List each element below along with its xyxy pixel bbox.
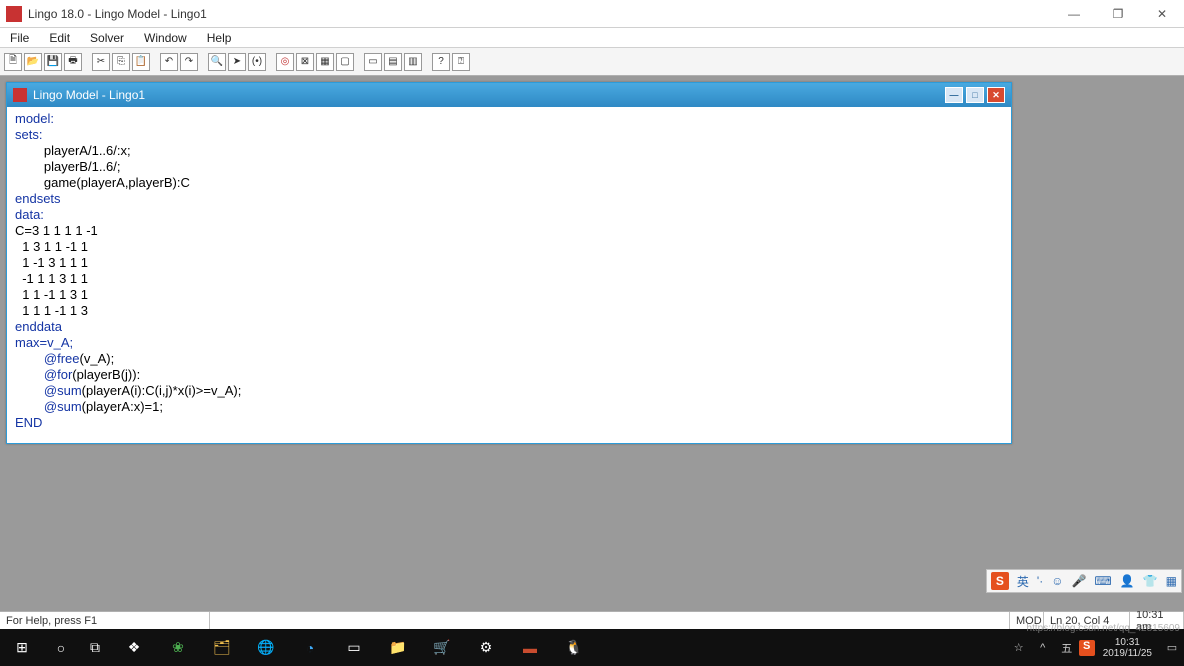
child-app-icon bbox=[13, 88, 27, 102]
status-help: For Help, press F1 bbox=[0, 612, 210, 629]
child-maximize-button[interactable]: □ bbox=[966, 87, 984, 103]
tray-clock[interactable]: 10:31 2019/11/25 bbox=[1095, 637, 1160, 659]
tile-icon[interactable]: ▤ bbox=[384, 53, 402, 71]
task-app-8[interactable]: 🐧 bbox=[552, 629, 596, 666]
context-help-icon[interactable]: ⍰ bbox=[452, 53, 470, 71]
tray-chevron-up-icon[interactable]: ^ bbox=[1031, 642, 1055, 654]
status-cursor: Ln 20, Col 4 bbox=[1044, 612, 1130, 629]
close-button[interactable]: ✕ bbox=[1140, 0, 1184, 28]
redo-icon[interactable]: ↷ bbox=[180, 53, 198, 71]
tray-notifications-icon[interactable]: ▭ bbox=[1160, 641, 1184, 654]
ime-punct[interactable]: '· bbox=[1037, 574, 1043, 588]
taskbar: ⊞ ○ ⧉ ❖ ❀ 🗂 🌐 ◔ ▭ 📁 🛒 ⚙ ▬ 🐧 ☆ ^ 五 S 10:3… bbox=[0, 629, 1184, 666]
menu-solver[interactable]: Solver bbox=[80, 29, 134, 47]
ime-logo-icon[interactable]: S bbox=[991, 572, 1009, 590]
print-icon[interactable]: 🖶 bbox=[64, 53, 82, 71]
copy-icon[interactable]: ⎘ bbox=[112, 53, 130, 71]
task-chrome[interactable]: 🌐 bbox=[244, 629, 288, 666]
save-icon[interactable]: 💾 bbox=[44, 53, 62, 71]
minimize-button[interactable]: — bbox=[1052, 0, 1096, 28]
goto-icon[interactable]: ➤ bbox=[228, 53, 246, 71]
taskview-icon[interactable]: ⧉ bbox=[78, 629, 112, 666]
cut-icon[interactable]: ✂ bbox=[92, 53, 110, 71]
window-title: Lingo 18.0 - Lingo Model - Lingo1 bbox=[28, 7, 1052, 21]
mdi-area: Lingo Model - Lingo1 — □ ✕ model: sets: … bbox=[0, 76, 1184, 611]
ime-grid-icon[interactable]: ▦ bbox=[1166, 574, 1177, 588]
cascade-icon[interactable]: ▥ bbox=[404, 53, 422, 71]
task-explorer[interactable]: 🗂 bbox=[200, 629, 244, 666]
code-editor[interactable]: model: sets: playerA/1..6/:x; playerB/1.… bbox=[7, 107, 1011, 443]
tray-ime-icon[interactable]: 五 bbox=[1055, 640, 1079, 656]
ime-mic-icon[interactable]: 🎤 bbox=[1071, 574, 1086, 588]
statusbar: For Help, press F1 MOD Ln 20, Col 4 10:3… bbox=[0, 611, 1184, 629]
menubar: File Edit Solver Window Help bbox=[0, 28, 1184, 48]
task-settings[interactable]: ⚙ bbox=[464, 629, 508, 666]
status-mod: MOD bbox=[1010, 612, 1044, 629]
find-icon[interactable]: 🔍 bbox=[208, 53, 226, 71]
child-titlebar[interactable]: Lingo Model - Lingo1 — □ ✕ bbox=[7, 83, 1011, 107]
task-app-5[interactable]: ▭ bbox=[332, 629, 376, 666]
status-time: 10:31 am bbox=[1130, 612, 1184, 629]
child-window: Lingo Model - Lingo1 — □ ✕ model: sets: … bbox=[6, 82, 1012, 444]
paste-icon[interactable]: 📋 bbox=[132, 53, 150, 71]
task-lingo[interactable]: ▬ bbox=[508, 629, 552, 666]
task-app-6[interactable]: 📁 bbox=[376, 629, 420, 666]
tray-sogou-icon[interactable]: S bbox=[1079, 640, 1095, 656]
solution-icon[interactable]: ⊠ bbox=[296, 53, 314, 71]
menu-help[interactable]: Help bbox=[197, 29, 242, 47]
window-icon[interactable]: ▭ bbox=[364, 53, 382, 71]
toolbar: 🗎 📂 💾 🖶 ✂ ⎘ 📋 ↶ ↷ 🔍 ➤ (•) ◎ ⊠ ▦ ▢ ▭ ▤ ▥ … bbox=[0, 48, 1184, 76]
ime-emoji-icon[interactable]: ☺ bbox=[1051, 574, 1063, 588]
task-store[interactable]: 🛒 bbox=[420, 629, 464, 666]
start-button[interactable]: ⊞ bbox=[0, 629, 44, 666]
tray-people-icon[interactable]: ☆ bbox=[1007, 641, 1031, 654]
app-icon bbox=[6, 6, 22, 22]
child-minimize-button[interactable]: — bbox=[945, 87, 963, 103]
status-spacer bbox=[210, 612, 1010, 629]
child-window-title: Lingo Model - Lingo1 bbox=[33, 88, 145, 102]
maximize-button[interactable]: ❐ bbox=[1096, 0, 1140, 28]
new-icon[interactable]: 🗎 bbox=[4, 53, 22, 71]
cortana-icon[interactable]: ○ bbox=[44, 629, 78, 666]
menu-file[interactable]: File bbox=[0, 29, 39, 47]
open-icon[interactable]: 📂 bbox=[24, 53, 42, 71]
menu-window[interactable]: Window bbox=[134, 29, 197, 47]
ime-skin-icon[interactable]: 👕 bbox=[1143, 574, 1158, 588]
task-app-4[interactable]: ◔ bbox=[288, 629, 332, 666]
titlebar: Lingo 18.0 - Lingo Model - Lingo1 — ❐ ✕ bbox=[0, 0, 1184, 28]
task-app-2[interactable]: ❀ bbox=[156, 629, 200, 666]
solve-icon[interactable]: ◎ bbox=[276, 53, 294, 71]
ime-lang[interactable]: 英 bbox=[1017, 573, 1029, 590]
menu-edit[interactable]: Edit bbox=[39, 29, 80, 47]
child-close-button[interactable]: ✕ bbox=[987, 87, 1005, 103]
ime-keyboard-icon[interactable]: ⌨ bbox=[1094, 574, 1111, 588]
child-window-controls: — □ ✕ bbox=[945, 87, 1005, 103]
help-icon[interactable]: ? bbox=[432, 53, 450, 71]
task-app-1[interactable]: ❖ bbox=[112, 629, 156, 666]
box-icon[interactable]: ▢ bbox=[336, 53, 354, 71]
match-icon[interactable]: (•) bbox=[248, 53, 266, 71]
undo-icon[interactable]: ↶ bbox=[160, 53, 178, 71]
matrix-icon[interactable]: ▦ bbox=[316, 53, 334, 71]
ime-user-icon[interactable]: 👤 bbox=[1120, 574, 1135, 588]
ime-toolbar[interactable]: S 英 '· ☺ 🎤 ⌨ 👤 👕 ▦ bbox=[986, 569, 1182, 593]
window-controls: — ❐ ✕ bbox=[1052, 0, 1184, 28]
system-tray: ☆ ^ 五 S 10:31 2019/11/25 ▭ bbox=[1007, 629, 1184, 666]
